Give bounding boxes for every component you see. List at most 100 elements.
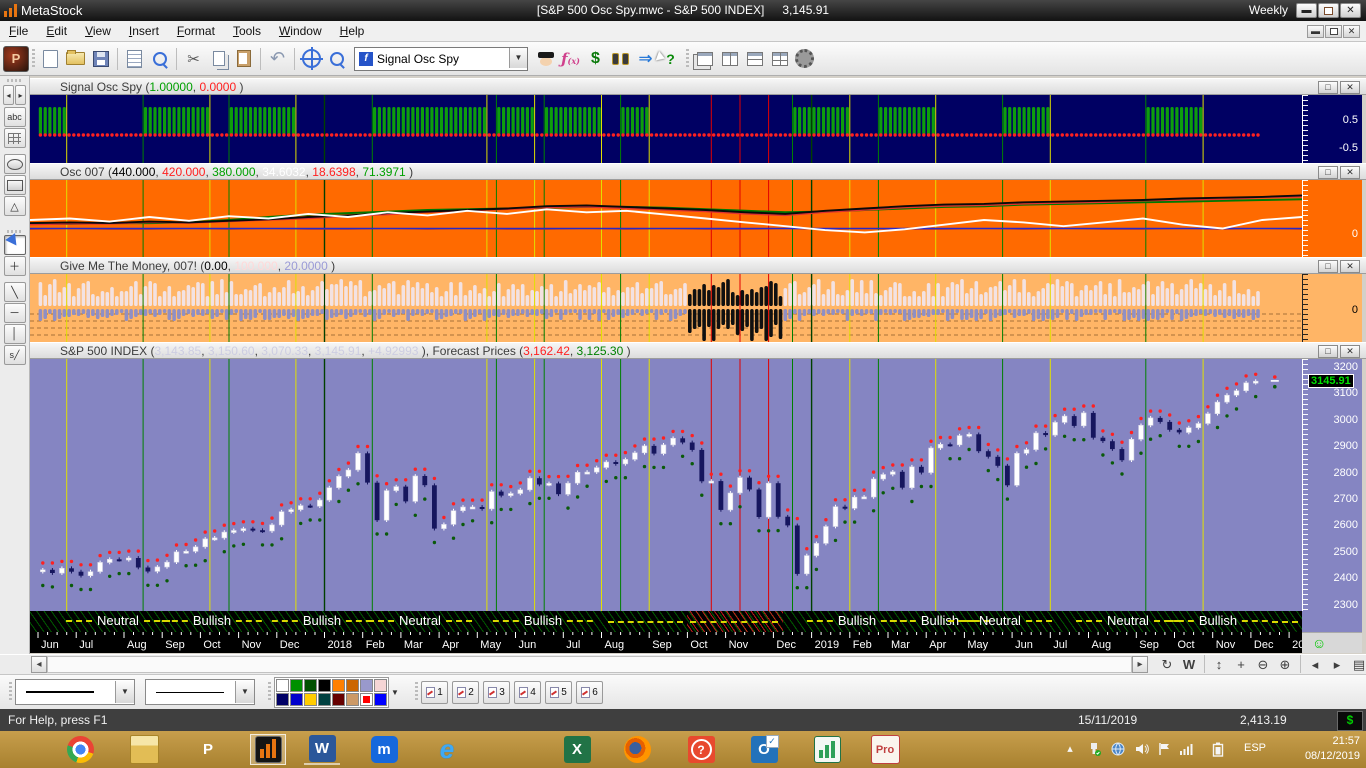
taskbar-app-explorer[interactable]	[126, 734, 162, 765]
options-button[interactable]	[792, 46, 817, 71]
color-swatch[interactable]	[276, 693, 289, 706]
date-axis[interactable]: JunJulAugSepOctNovDec2018FebMarAprMayJun…	[30, 632, 1302, 653]
rectangle-tool-button[interactable]	[4, 175, 26, 195]
crosshair-tool-button[interactable]: ＋	[4, 256, 26, 276]
toolbar-grip[interactable]	[686, 49, 689, 69]
hscroll-right-arrow[interactable]: ▸	[1132, 656, 1148, 673]
color-swatch[interactable]	[332, 693, 345, 706]
indicator-builder-button[interactable]: ƒ(x)	[558, 46, 583, 71]
network-globe-icon[interactable]	[1110, 742, 1126, 757]
tile-quad-button[interactable]	[767, 46, 792, 71]
layout-button-4[interactable]: 4	[514, 681, 541, 704]
layout-button-5[interactable]: 5	[545, 681, 572, 704]
taskbar-app-start[interactable]	[8, 734, 44, 765]
menu-item-format[interactable]: Format	[168, 21, 224, 38]
child-restore-button[interactable]	[1325, 25, 1342, 38]
layout-button-6[interactable]: 6	[576, 681, 603, 704]
menu-item-insert[interactable]: Insert	[120, 21, 168, 38]
layout-button-3[interactable]: 3	[483, 681, 510, 704]
indicator-combobox[interactable]: f Signal Osc Spy ▼	[354, 47, 528, 71]
scrolltool-zoom-in[interactable]: ⊕	[1274, 655, 1296, 674]
palette-dropdown-arrow[interactable]: ▼	[389, 678, 401, 707]
grid-tool-button[interactable]	[4, 128, 26, 148]
layout-button-2[interactable]: 2	[452, 681, 479, 704]
minimize-button[interactable]: ▬	[1296, 3, 1317, 18]
taskbar-app-ie[interactable]: e	[429, 734, 465, 765]
zoom-button[interactable]	[324, 46, 349, 71]
print-preview-button[interactable]	[147, 46, 172, 71]
layout-button-1[interactable]: 1	[421, 681, 448, 704]
color-swatch[interactable]	[318, 693, 331, 706]
panel-restore-button-money[interactable]: □	[1318, 260, 1338, 273]
scroll-left-button[interactable]: ◂	[3, 85, 14, 105]
taskbar-app-chrome[interactable]	[62, 734, 98, 765]
explorer-button[interactable]	[608, 46, 633, 71]
print-button[interactable]	[122, 46, 147, 71]
cascade-windows-button[interactable]	[692, 46, 717, 71]
menu-item-help[interactable]: Help	[331, 21, 374, 38]
tile-vertical-button[interactable]	[717, 46, 742, 71]
color-swatch[interactable]	[290, 693, 303, 706]
taskbar-app-calculator[interactable]	[496, 734, 532, 765]
pointer-tool-button[interactable]	[4, 235, 26, 255]
color-swatch[interactable]	[304, 693, 317, 706]
triangle-tool-button[interactable]: △	[4, 196, 26, 216]
menu-item-edit[interactable]: Edit	[37, 21, 76, 38]
color-swatch[interactable]	[290, 679, 303, 692]
restore-button[interactable]	[1318, 3, 1339, 18]
expert-advisor-button[interactable]	[533, 46, 558, 71]
line-weight-combobox[interactable]: ▼	[145, 679, 255, 705]
color-swatch[interactable]	[346, 693, 359, 706]
color-swatch[interactable]	[360, 679, 373, 692]
hscroll-left-arrow[interactable]: ◂	[31, 656, 47, 673]
panel-body-money[interactable]	[30, 274, 1302, 342]
taskbar-app-outlook[interactable]: O	[746, 734, 782, 765]
panel-body-price[interactable]	[30, 359, 1302, 611]
volume-icon[interactable]	[1134, 742, 1150, 757]
hscroll-track[interactable]	[47, 656, 1132, 673]
panel-body-signal[interactable]	[30, 95, 1302, 163]
scrolltool-w-weekly[interactable]: W	[1178, 655, 1200, 674]
open-button[interactable]	[63, 46, 88, 71]
child-close-button[interactable]: ✕	[1343, 25, 1360, 38]
vertical-line-tool-button[interactable]: │	[4, 324, 26, 344]
color-swatch[interactable]	[360, 693, 373, 706]
taskbar-clock[interactable]: 21:57 08/12/2019	[1305, 734, 1360, 764]
line-style-dropdown-arrow[interactable]: ▼	[115, 681, 134, 703]
undo-button[interactable]: ↶	[265, 46, 290, 71]
copy-button[interactable]	[206, 46, 231, 71]
scrolltool-refresh[interactable]: ↻	[1156, 655, 1178, 674]
menu-item-tools[interactable]: Tools	[224, 21, 270, 38]
scrolltool-next[interactable]: ▸	[1326, 655, 1348, 674]
app-icon[interactable]: P	[3, 46, 29, 72]
save-button[interactable]	[88, 46, 113, 71]
horizontal-line-tool-button[interactable]: ─	[4, 303, 26, 323]
scrolltool-list-menu[interactable]: ▤	[1348, 655, 1366, 674]
color-swatch[interactable]	[332, 679, 345, 692]
toolbar-grip[interactable]	[268, 682, 271, 702]
tile-horizontal-button[interactable]	[742, 46, 767, 71]
action-flag-icon[interactable]	[1156, 742, 1172, 757]
line-style-combobox[interactable]: ▼	[15, 679, 135, 705]
usb-icon[interactable]	[1086, 742, 1102, 757]
panel-body-osc[interactable]	[30, 180, 1302, 257]
line-weight-dropdown-arrow[interactable]: ▼	[235, 681, 254, 703]
scrolltool-zoom-out[interactable]: ⊖	[1252, 655, 1274, 674]
menu-item-window[interactable]: Window	[270, 21, 331, 38]
menu-item-view[interactable]: View	[76, 21, 120, 38]
signal-bars-icon[interactable]	[1178, 742, 1194, 757]
new-button[interactable]	[38, 46, 63, 71]
cut-button[interactable]: ✂	[181, 46, 206, 71]
taskbar-app-help[interactable]: ?	[683, 734, 719, 765]
scrolltool-prev[interactable]: ◂	[1304, 655, 1326, 674]
combobox-dropdown-arrow[interactable]: ▼	[509, 48, 527, 68]
text-tool-button[interactable]: abc	[4, 107, 26, 127]
panel-close-button-osc[interactable]: ✕	[1340, 166, 1360, 179]
battery-icon[interactable]	[1210, 742, 1226, 757]
panel-close-button-signal[interactable]: ✕	[1340, 81, 1360, 94]
child-minimize-button[interactable]: ▬	[1307, 25, 1324, 38]
taskbar-app-word[interactable]: W	[304, 734, 340, 765]
trendline-tool-button[interactable]: ╲	[4, 282, 26, 302]
language-indicator[interactable]: ESP	[1244, 742, 1266, 754]
close-button[interactable]: ✕	[1340, 3, 1361, 18]
